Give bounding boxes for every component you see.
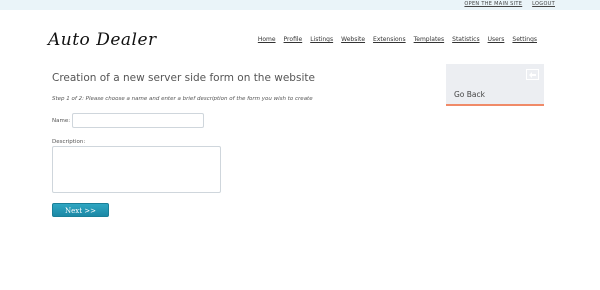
next-button[interactable]: Next >> — [52, 203, 109, 217]
name-input[interactable] — [72, 113, 204, 128]
go-back-panel[interactable]: Go Back — [446, 64, 544, 106]
name-label: Name: — [52, 118, 71, 124]
nav-item-templates[interactable]: Templates — [414, 36, 445, 43]
open-main-site-link[interactable]: OPEN THE MAIN SITE — [464, 1, 522, 7]
go-back-icon — [526, 69, 539, 80]
site-logo-title[interactable]: Auto Dealer — [48, 30, 157, 50]
page-title: Creation of a new server side form on th… — [52, 72, 315, 84]
nav-item-listings[interactable]: Listings — [310, 36, 333, 43]
nav-item-profile[interactable]: Profile — [284, 36, 303, 43]
nav-item-statistics[interactable]: Statistics — [452, 36, 479, 43]
nav-item-website[interactable]: Website — [341, 36, 365, 43]
nav-item-users[interactable]: Users — [488, 36, 505, 43]
nav-item-extensions[interactable]: Extensions — [373, 36, 406, 43]
logout-link[interactable]: LOGOUT — [532, 1, 555, 7]
top-links: OPEN THE MAIN SITE LOGOUT — [456, 1, 555, 7]
step-instructions: Step 1 of 2: Please choose a name and en… — [52, 96, 313, 102]
nav-item-home[interactable]: Home — [258, 36, 276, 43]
description-label: Description: — [52, 139, 86, 145]
go-back-label: Go Back — [454, 90, 485, 99]
description-textarea[interactable] — [52, 146, 221, 193]
main-nav: Home Profile Listings Website Extensions… — [258, 36, 537, 43]
nav-item-settings[interactable]: Settings — [512, 36, 537, 43]
top-bar: OPEN THE MAIN SITE LOGOUT — [0, 0, 600, 10]
